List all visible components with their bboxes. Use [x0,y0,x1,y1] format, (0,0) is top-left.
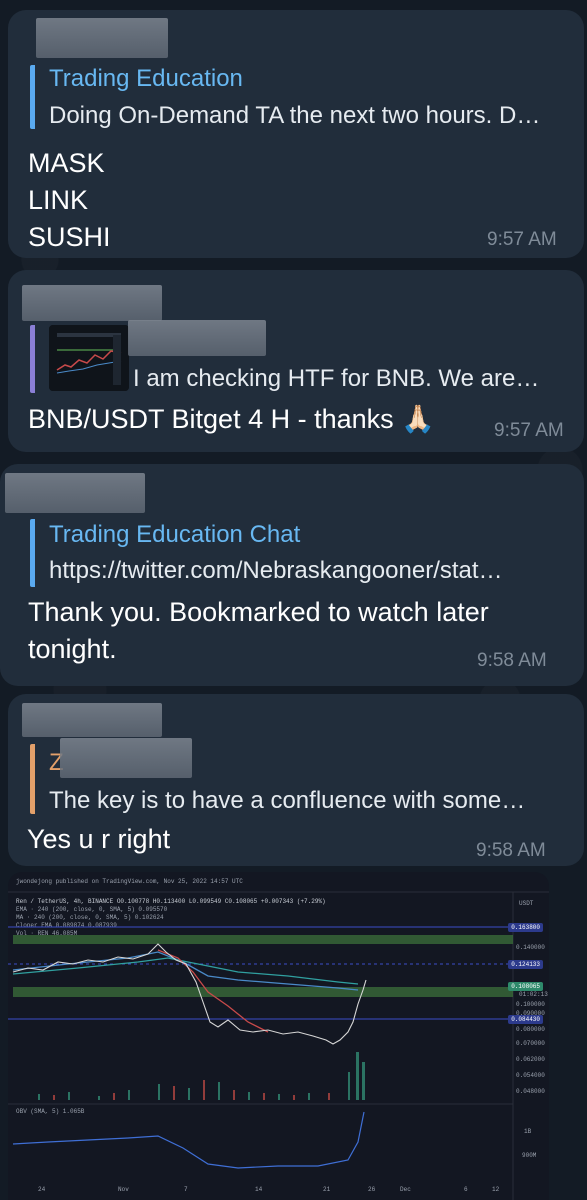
x-tick: 26 [368,1186,376,1193]
sender-name-redacted[interactable] [36,18,168,58]
current-price-tag: 0.108065 [508,982,543,991]
obv-tick: 1B [524,1128,532,1135]
message-time: 9:57 AM [494,420,564,441]
price-tick: 0.140000 [516,944,545,951]
reply-sender: Trading Education Chat [49,521,301,548]
x-tick: 21 [323,1186,331,1193]
message-line: tonight. [28,634,117,664]
sender-name-redacted[interactable] [22,703,162,737]
message-line: SUSHI [28,222,111,252]
x-tick: 14 [255,1186,263,1193]
countdown-tick: 01:02:13 [519,991,548,998]
reply-thumbnail-image [49,325,129,391]
message-bubble[interactable]: Z The key is to have a confluence with s… [8,694,584,866]
price-level-tag: 0.084430 [508,1015,543,1024]
price-tick: 0.048000 [516,1088,545,1095]
obv-tick: 900M [522,1152,537,1159]
message-text: BNB/USDT Bitget 4 H - thanks 🙏🏻 [28,404,435,434]
x-tick: 7 [184,1186,188,1193]
message-text: Thank you. Bookmarked to watch later ton… [28,594,489,668]
price-level-tag: 0.124133 [508,960,543,969]
obv-label: OBV (SMA, 5) 1.065B [16,1108,85,1115]
sender-name-redacted[interactable] [22,285,162,321]
x-tick: 6 [464,1186,468,1193]
message-time: 9:57 AM [487,229,557,250]
message-text: Yes u r right [27,824,171,854]
message-line: LINK [28,185,89,215]
reply-snippet: https://twitter.com/Nebraskangooner/stat… [49,557,503,584]
message-line: MASK [28,148,105,178]
price-tick: 0.054000 [516,1072,545,1079]
reply-snippet: I am checking HTF for BNB. We are… [133,365,540,392]
reply-sender-redacted [60,738,192,778]
reply-sender-redacted [128,320,266,356]
price-tick: 0.080000 [516,1026,545,1033]
x-tick: 24 [38,1186,46,1193]
x-tick: Dec [400,1186,411,1193]
chart-image[interactable]: jwondejong published on TradingView.com,… [8,872,549,1200]
price-tick: 0.070000 [516,1040,545,1047]
price-tick: 0.062000 [516,1056,545,1063]
price-level-tag: 0.163800 [508,923,543,932]
chart-drawing [8,891,549,1200]
message-bubble[interactable]: I am checking HTF for BNB. We are… BNB/U… [8,270,584,452]
message-time: 9:58 AM [476,840,546,861]
message-bubble[interactable]: Trading Education Chat https://twitter.c… [0,464,584,686]
x-tick: Nov [118,1186,129,1193]
message-bubble[interactable]: Trading Education Doing On-Demand TA the… [8,10,584,258]
message-text: MASK LINK SUSHI [28,145,111,256]
reply-sender: Trading Education [49,65,243,92]
reply-snippet: Doing On-Demand TA the next two hours. D… [49,102,541,129]
chart-thumbnail-icon [49,325,129,391]
x-tick: 12 [492,1186,500,1193]
price-tick: 0.100000 [516,1001,545,1008]
reply-snippet: The key is to have a confluence with som… [49,787,526,814]
sender-name-redacted[interactable] [5,473,145,513]
message-line: Thank you. Bookmarked to watch later [28,597,489,627]
message-time: 9:58 AM [477,650,547,671]
